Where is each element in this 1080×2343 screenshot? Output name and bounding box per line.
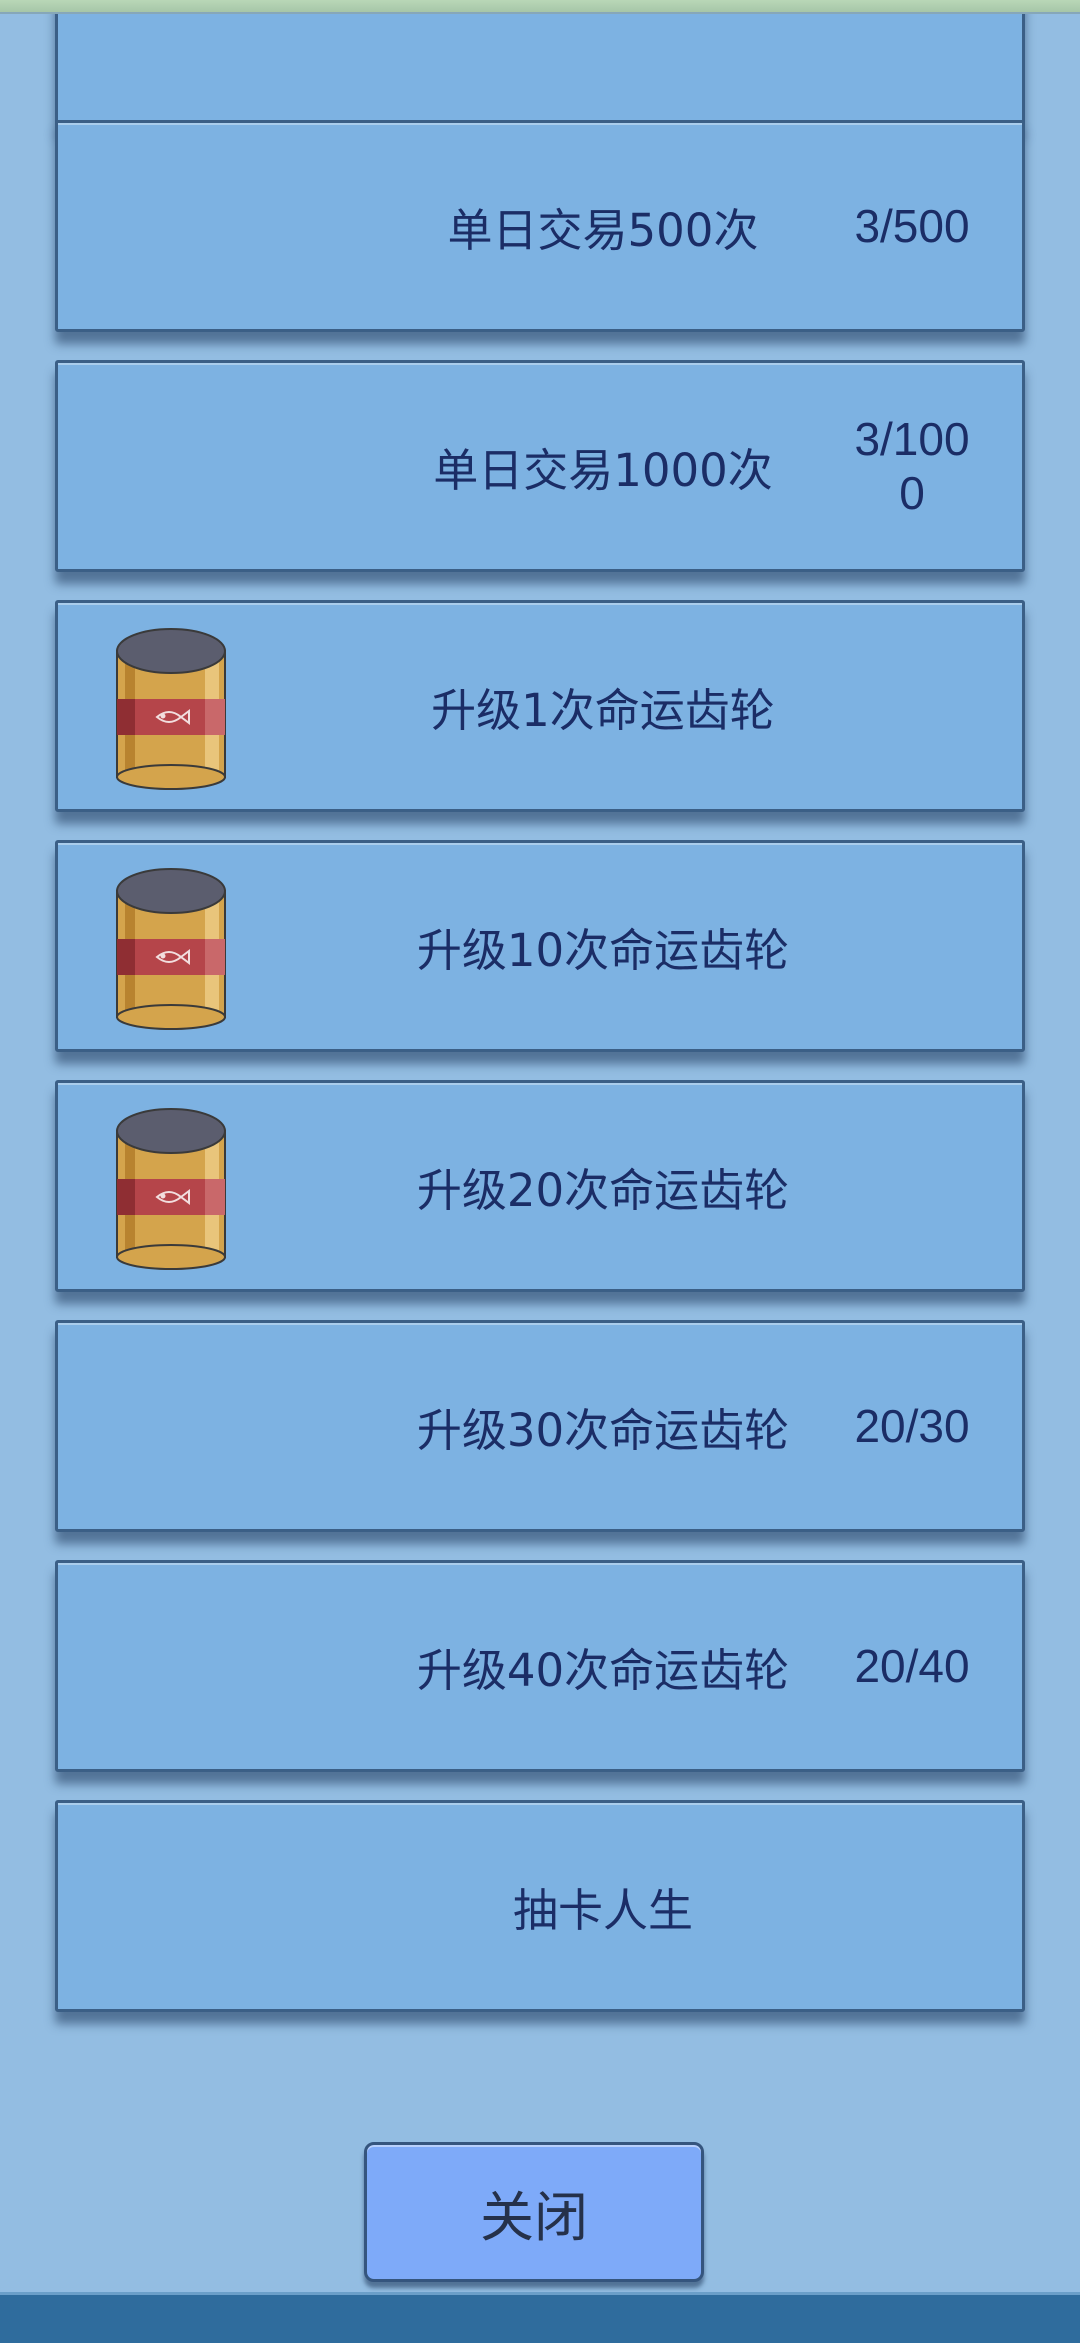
task-progress: 3/1000: [854, 413, 970, 519]
top-strip: [0, 0, 1080, 14]
task-card[interactable]: 抽卡人生: [55, 1800, 1025, 2012]
task-card[interactable]: [55, 14, 1025, 126]
task-card[interactable]: 单日交易500次 3/500: [55, 120, 1025, 332]
task-card[interactable]: 升级30次命运齿轮 20/30: [55, 1320, 1025, 1532]
task-progress: 20/30: [854, 1400, 970, 1452]
task-progress: [847, 14, 977, 123]
task-progress: [847, 1803, 977, 2009]
task-card[interactable]: 升级10次命运齿轮: [55, 840, 1025, 1052]
task-card[interactable]: 升级1次命运齿轮: [55, 600, 1025, 812]
task-panel: 单日交易500次 3/500 单日交易1000次 3/1000 升级1次命运齿轮…: [0, 14, 1080, 2292]
fish-can-icon: [116, 1108, 226, 1270]
bottom-bar: [0, 2292, 1080, 2343]
task-progress: 20/40: [854, 1640, 970, 1692]
task-progress: [847, 1083, 977, 1289]
task-card[interactable]: 单日交易1000次 3/1000: [55, 360, 1025, 572]
task-progress: [847, 843, 977, 1049]
close-button[interactable]: 关闭: [364, 2142, 704, 2282]
task-card[interactable]: 升级20次命运齿轮: [55, 1080, 1025, 1292]
task-progress: 3/500: [854, 200, 970, 252]
fish-can-icon: [116, 628, 226, 790]
task-progress: [847, 603, 977, 809]
fish-can-icon: [116, 868, 226, 1030]
task-card[interactable]: 升级40次命运齿轮 20/40: [55, 1560, 1025, 1772]
task-list[interactable]: 单日交易500次 3/500 单日交易1000次 3/1000 升级1次命运齿轮…: [0, 14, 1080, 2134]
